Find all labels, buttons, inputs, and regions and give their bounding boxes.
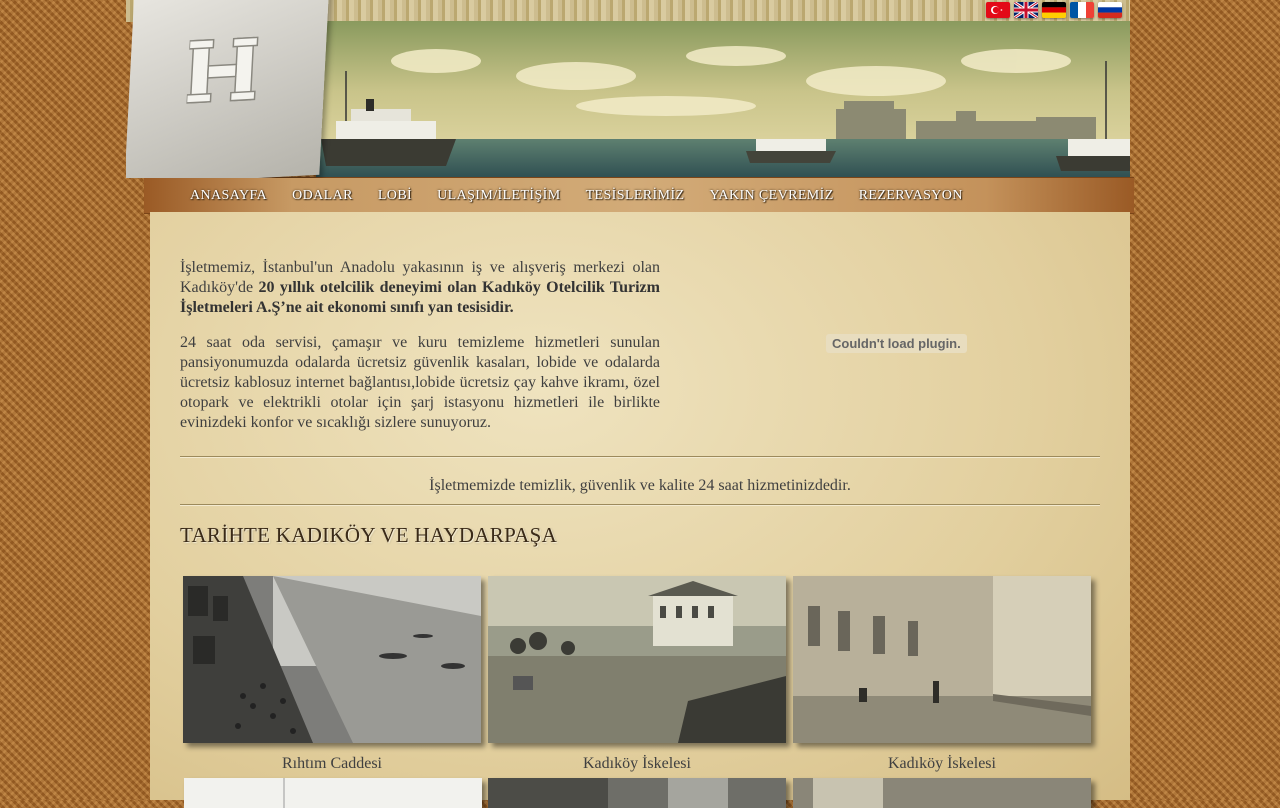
photo-row2-2[interactable] [488,778,786,808]
photo-kadikoy-iskelesi-1[interactable] [488,576,786,743]
logo-card[interactable] [126,0,329,178]
photo-kadikoy-iskelesi-2[interactable] [793,576,1091,743]
nav-item-odalar[interactable]: ODALAR [292,188,353,204]
photo-row2-1-image [184,778,482,808]
main-nav: ANASAYFA ODALAR LOBİ ULAŞIM/İLETİŞİM TES… [144,177,1134,214]
header [126,0,1130,178]
tagline: İşletmemizde temizlik, güvenlik ve kalit… [429,477,851,494]
history-section-title: TARİHTE KADIKÖY VE HAYDARPAŞA [180,523,558,547]
photo-rihtim-caddesi-image [183,576,481,743]
uk-flag-icon[interactable] [1014,2,1038,18]
nav-item-tesislerimiz[interactable]: TESİSLERİMİZ [586,188,685,204]
photo-caption-3: Kadıköy İskelesi [888,755,996,772]
intro-paragraph-2: 24 saat oda servisi, çamaşır ve kuru tem… [180,334,660,431]
divider-top [180,456,1100,458]
photo-caption-2: Kadıköy İskelesi [583,755,691,772]
german-flag-icon[interactable] [1042,2,1066,18]
nav-item-ulasim-iletisim[interactable]: ULAŞIM/İLETİŞİM [437,188,560,204]
page-wrapper: ANASAYFA ODALAR LOBİ ULAŞIM/İLETİŞİM TES… [126,0,1134,808]
main-content: İşletmemiz, İstanbul'un Anadolu yakasını… [150,212,1130,808]
photo-row2-1[interactable] [184,778,482,808]
photo-caption-1: Rıhtım Caddesi [282,755,382,772]
russian-flag-icon[interactable] [1098,2,1122,18]
hotel-logo-icon [185,36,259,104]
plugin-error-message: Couldn't load plugin. [826,334,967,353]
nav-item-lobi[interactable]: LOBİ [378,188,412,204]
french-flag-icon[interactable] [1070,2,1094,18]
intro-paragraph-1: İşletmemiz, İstanbul'un Anadolu yakasını… [180,258,660,318]
photo-kadikoy-iskelesi-1-image [488,576,786,743]
nav-item-rezervasyon[interactable]: REZERVASYON [859,188,963,204]
language-selector [986,2,1122,18]
photo-kadikoy-iskelesi-2-image [793,576,1091,743]
nav-item-anasayfa[interactable]: ANASAYFA [190,188,267,204]
divider-bottom [180,504,1100,506]
nav-item-yakin-cevremiz[interactable]: YAKIN ÇEVREMİZ [709,188,833,204]
header-banner-image [316,21,1130,178]
turkish-flag-icon[interactable] [986,2,1010,18]
photo-row2-2-image [488,778,786,808]
photo-row2-3[interactable] [793,778,1091,808]
photo-row2-3-image [793,778,1091,808]
intro-text: İşletmemiz, İstanbul'un Anadolu yakasını… [180,258,660,448]
photo-rihtim-caddesi[interactable] [183,576,481,743]
